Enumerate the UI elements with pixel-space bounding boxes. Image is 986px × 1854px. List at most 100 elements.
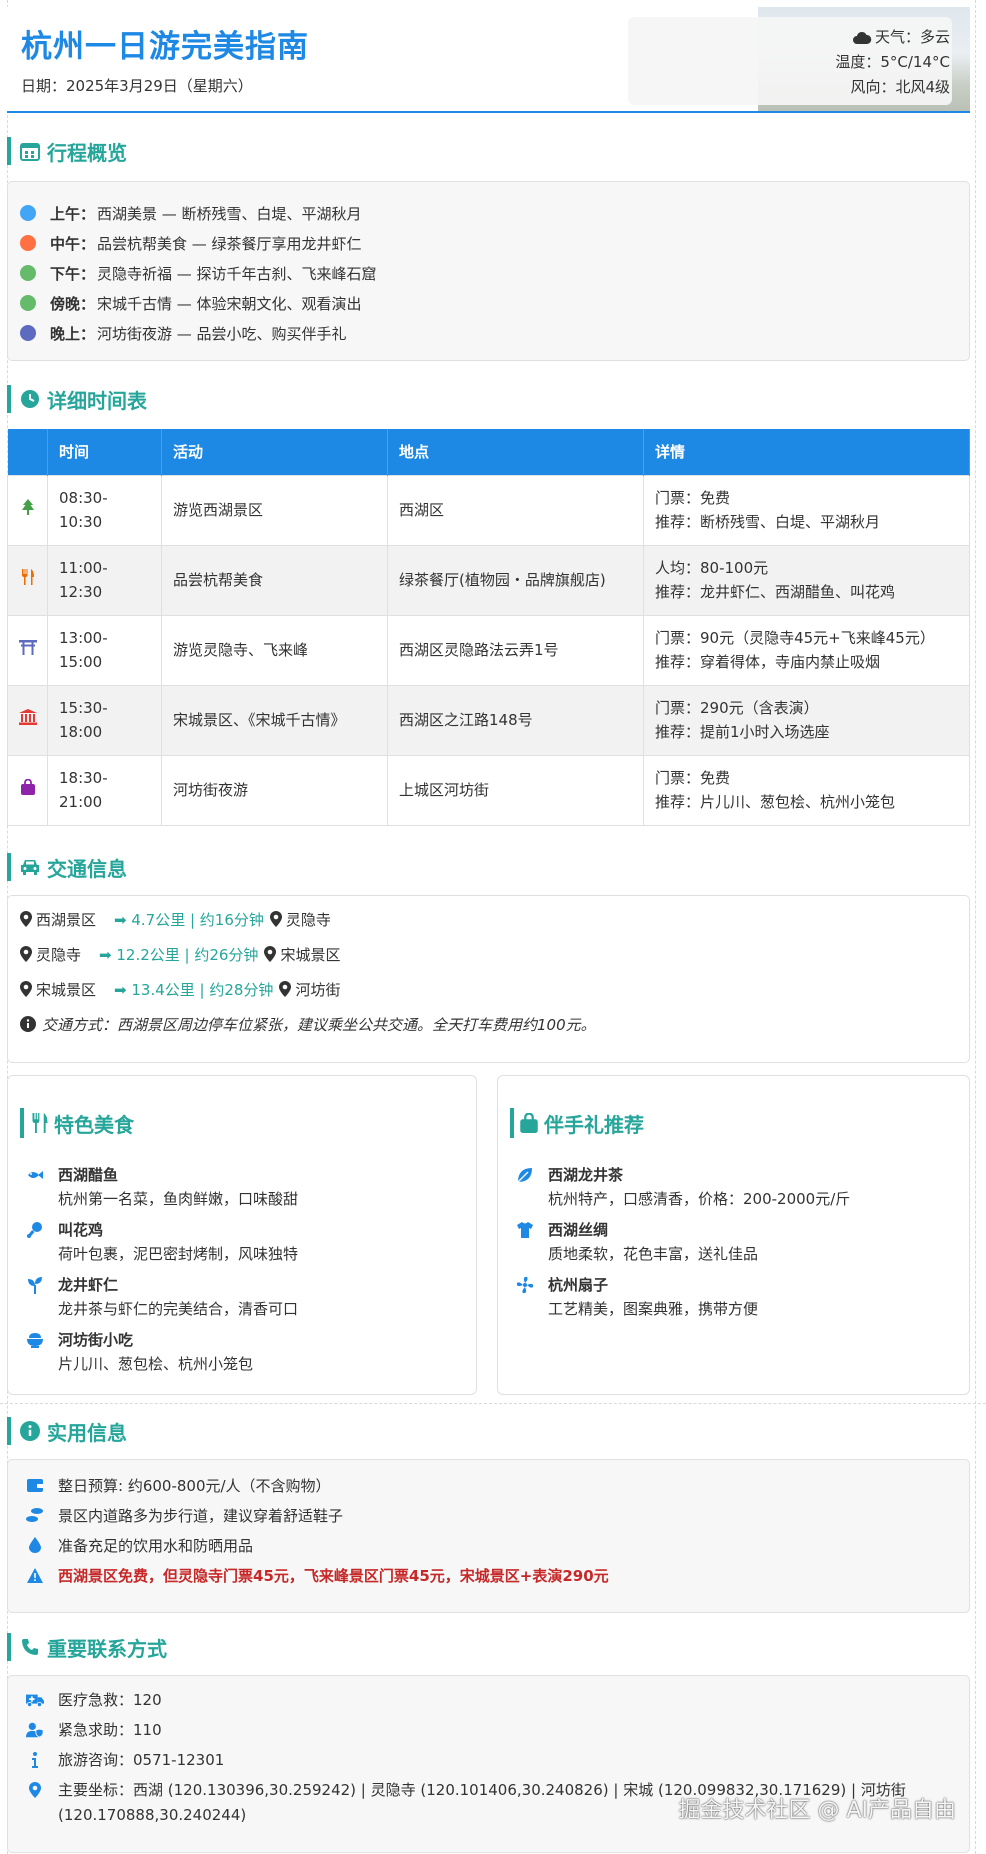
overview-item: 晚上： 河坊街夜游 — 品尝小吃、购买伴手礼: [20, 318, 347, 348]
transport-note: 交通方式：西湖景区周边停车位紧张，建议乘坐公共交通。全天打车费用约100元。: [20, 1009, 596, 1039]
water-drop-icon: [29, 1537, 41, 1553]
map-marker-icon: [20, 946, 32, 962]
contact-item: 旅游咨询：0571-12301: [26, 1748, 224, 1773]
weather-info: 天气：多云 温度：5°C/14°C 风向：北风4级: [835, 25, 950, 100]
guide-page: 杭州一日游完美指南 日期：2025年3月29日（星期六） 天气：多云 温度：5°…: [7, 7, 970, 1853]
cell-location: 上城区河坊街: [387, 754, 644, 826]
cell-detail: 门票：免费 推荐：片儿川、葱包桧、杭州小笼包: [643, 754, 970, 826]
route-distance: ➡ 12.2公里 | 约26分钟: [99, 945, 259, 964]
food-section-title: 特色美食: [20, 1106, 134, 1140]
cell-activity: 品尝杭帮美食: [161, 544, 388, 616]
table-row: 15:30-18:00 宋城景区、《宋城千古情》 西湖区之江路148号 门票：2…: [7, 684, 970, 756]
utensils-icon: [32, 1113, 48, 1133]
table-row: 11:00-12:30 品尝杭帮美食 绿茶餐厅(植物园・品牌旗舰店) 人均：80…: [7, 544, 970, 616]
bullet-dot: [20, 295, 36, 311]
table-header-row: 时间 活动 地点 详情: [7, 429, 970, 475]
phone-icon: [19, 1636, 41, 1658]
guide-line-right: [975, 0, 976, 1854]
cell-time: 18:30-21:00: [47, 754, 162, 826]
table-header-icon: [7, 429, 48, 475]
car-icon: [19, 856, 41, 878]
temperature: 温度：5°C/14°C: [835, 53, 950, 71]
contact-item: 医疗急救：120: [26, 1688, 162, 1713]
warning-icon: [27, 1567, 43, 1583]
utensils-icon: [21, 569, 34, 585]
schedule-table: 时间 活动 地点 详情 08:30-10:30 游览西湖景区 西湖区 门票：免费…: [7, 429, 970, 826]
overview-item: 中午： 品尝杭帮美食 — 绿茶餐厅享用龙井虾仁: [20, 228, 362, 258]
guide-line-horizontal: [0, 1403, 986, 1404]
route-distance: ➡ 13.4公里 | 约28分钟: [114, 980, 274, 999]
tree-icon: [21, 499, 34, 515]
map-marker-icon: [20, 911, 32, 927]
contact-item: 紧急求助：110: [26, 1718, 162, 1743]
page-header: 杭州一日游完美指南 日期：2025年3月29日（星期六） 天气：多云 温度：5°…: [7, 7, 970, 113]
shopping-bag-icon: [520, 1113, 538, 1133]
overview-item: 下午： 灵隐寺祈福 — 探访千年古刹、飞来峰石窟: [20, 258, 377, 288]
clock-icon: [19, 388, 41, 410]
info-icon: [32, 1752, 38, 1768]
ambulance-icon: [26, 1694, 44, 1708]
shirt-icon: [517, 1222, 533, 1238]
practical-section-title: 实用信息: [7, 1411, 127, 1451]
fish-icon: [28, 1171, 43, 1179]
practical-card: 整日预算: 约600-800元/人（不含购物） 景区内道路多为步行道，建议穿着舒…: [7, 1459, 970, 1613]
location-pin-icon: [29, 1782, 41, 1798]
table-row: 13:00-15:00 游览灵隐寺、飞来峰 西湖区灵隐路法云弄1号 门票：90元…: [7, 614, 970, 686]
weather-condition: 天气：多云: [874, 28, 950, 46]
practical-warning: 西湖景区免费，但灵隐寺门票45元，飞来峰景区门票45元，宋城景区+表演290元: [26, 1560, 609, 1590]
info-circle-icon: [19, 1420, 41, 1442]
bowl-icon: [27, 1333, 43, 1348]
contacts-card: 医疗急救：120 紧急求助：110 旅游咨询：0571-12301 主要坐标：西…: [7, 1675, 970, 1853]
cell-activity: 宋城景区、《宋城千古情》: [161, 684, 388, 756]
map-marker-icon: [20, 981, 32, 997]
schedule-section-title: 详细时间表: [7, 379, 147, 419]
cell-detail: 门票：290元（含表演） 推荐：提前1小时入场选座: [643, 684, 970, 756]
shoe-prints-icon: [26, 1508, 43, 1522]
cell-detail: 人均：80-100元 推荐：龙井虾仁、西湖醋鱼、叫花鸡: [643, 544, 970, 616]
overview-section-title: 行程概览: [7, 131, 127, 171]
cell-activity: 游览西湖景区: [161, 474, 388, 546]
cloud-icon: [852, 31, 872, 44]
leaf-icon: [517, 1168, 532, 1183]
wallet-icon: [27, 1479, 43, 1492]
table-header: 地点: [387, 429, 644, 475]
practical-item: 准备充足的饮用水和防晒用品: [26, 1530, 253, 1560]
bullet-dot: [20, 265, 36, 281]
practical-item: 整日预算: 约600-800元/人（不含购物）: [26, 1470, 331, 1500]
route-distance: ➡ 4.7公里 | 约16分钟: [114, 910, 264, 929]
transport-section-title: 交通信息: [7, 847, 127, 887]
contacts-section-title: 重要联系方式: [7, 1627, 167, 1667]
wind: 风向：北风4级: [850, 78, 950, 96]
drumstick-icon: [27, 1222, 42, 1238]
bullet-dot: [20, 205, 36, 221]
cell-time: 15:30-18:00: [47, 684, 162, 756]
fan-icon: [516, 1276, 534, 1294]
cell-location: 西湖区: [387, 474, 644, 546]
calendar-icon: [19, 140, 41, 162]
overview-item: 傍晚： 宋城千古情 — 体验宋朝文化、观看演出: [20, 288, 362, 318]
gifts-card: 伴手礼推荐 西湖龙井茶 杭州特产，口感清香，价格：200-2000元/斤 西湖丝…: [497, 1075, 970, 1395]
practical-item: 景区内道路多为步行道，建议穿着舒适鞋子: [26, 1500, 343, 1530]
police-icon: [26, 1722, 44, 1738]
table-header: 时间: [47, 429, 162, 475]
overview-card: 上午： 西湖美景 — 断桥残雪、白堤、平湖秋月 中午： 品尝杭帮美食 — 绿茶餐厅享…: [7, 181, 970, 361]
overview-item: 上午： 西湖美景 — 断桥残雪、白堤、平湖秋月: [20, 198, 362, 228]
watermark: 掘金技术社区 @ AI产品自由: [678, 1798, 956, 1823]
transport-card: 西湖景区 ➡ 4.7公里 | 约16分钟 灵隐寺 灵隐寺 ➡ 12.2公里 | …: [7, 895, 970, 1063]
cell-time: 08:30-10:30: [47, 474, 162, 546]
map-marker-icon: [269, 911, 282, 927]
cell-time: 13:00-15:00: [47, 614, 162, 686]
route-row: 西湖景区 ➡ 4.7公里 | 约16分钟 灵隐寺: [20, 904, 331, 934]
page-title: 杭州一日游完美指南: [21, 29, 309, 65]
route-row: 宋城景区 ➡ 13.4公里 | 约28分钟 河坊街: [20, 974, 340, 1004]
food-card: 特色美食 西湖醋鱼 杭州第一名菜，鱼肉鲜嫩，口味酸甜 叫花鸡 荷叶包裹，泥巴密封…: [7, 1075, 477, 1395]
cell-activity: 河坊街夜游: [161, 754, 388, 826]
cell-detail: 门票：90元（灵隐寺45元+飞来峰45元） 推荐：穿着得体，寺庙内禁止吸烟: [643, 614, 970, 686]
shopping-bag-icon: [20, 778, 35, 795]
cell-time: 11:00-12:30: [47, 544, 162, 616]
cell-detail: 门票：免费 推荐：断桥残雪、白堤、平湖秋月: [643, 474, 970, 546]
bullet-dot: [20, 325, 36, 341]
route-row: 灵隐寺 ➡ 12.2公里 | 约26分钟 宋城景区: [20, 939, 340, 969]
torii-gate-icon: [18, 640, 37, 655]
gifts-section-title: 伴手礼推荐: [510, 1106, 644, 1140]
